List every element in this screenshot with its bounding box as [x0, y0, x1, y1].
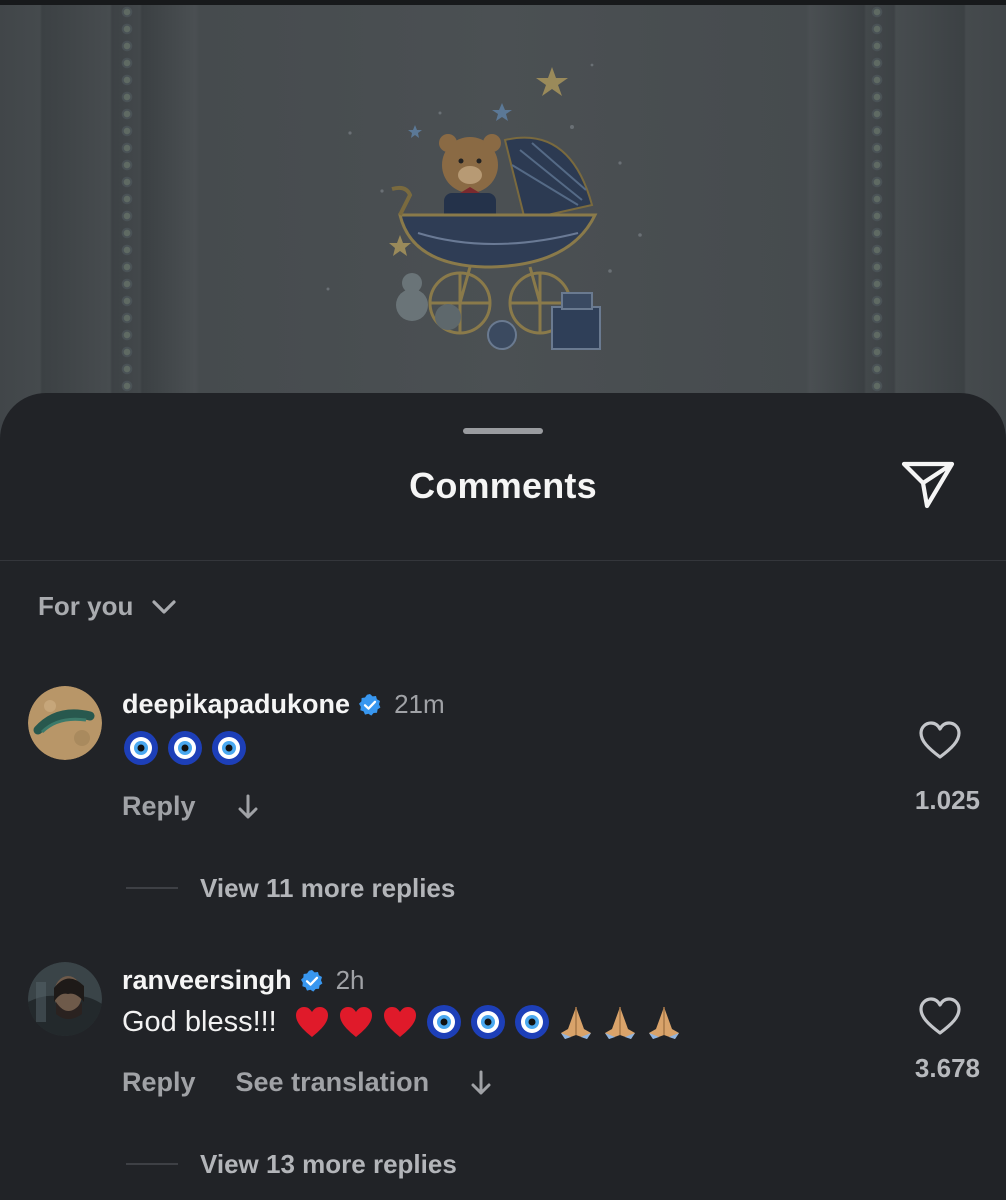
comment-timestamp: 21m — [394, 689, 445, 719]
filter-label: For you — [38, 591, 134, 621]
arrow-down-icon[interactable] — [469, 1069, 493, 1097]
sort-filter-dropdown[interactable]: For you — [38, 591, 177, 622]
nazar-amulet-emoji-icon — [470, 1005, 505, 1039]
comment-username[interactable]: ranveersingh — [122, 965, 292, 996]
avatar[interactable] — [28, 686, 102, 760]
nazar-amulet-emoji-icon — [124, 731, 158, 765]
red-heart-emoji-icon — [383, 1007, 416, 1037]
sheet-drag-handle[interactable] — [463, 428, 543, 434]
right-scallop-border — [870, 5, 884, 395]
heart-like-icon[interactable] — [918, 721, 962, 761]
left-scallop-border — [120, 5, 134, 395]
red-heart-emoji-icon — [339, 1007, 372, 1037]
header-divider — [0, 560, 1006, 561]
view-more-replies-button[interactable]: View 13 more replies — [200, 1149, 457, 1180]
sheet-title: Comments — [409, 465, 597, 506]
comment-text: God bless!!! — [122, 1003, 683, 1041]
verified-badge-icon — [300, 969, 322, 992]
reply-button[interactable]: Reply — [122, 1067, 196, 1098]
see-translation-button[interactable]: See translation — [236, 1067, 430, 1098]
comment-username[interactable]: deepikapadukone — [122, 689, 350, 720]
folded-hands-emoji-icon — [604, 1007, 635, 1039]
replies-divider — [126, 1163, 178, 1165]
heart-like-icon[interactable] — [918, 997, 962, 1037]
nazar-amulet-emoji-icon — [426, 1005, 461, 1039]
chevron-down-icon — [152, 599, 176, 614]
nazar-amulet-emoji-icon — [168, 731, 202, 765]
folded-hands-emoji-icon — [648, 1007, 679, 1039]
status-strip — [0, 0, 1006, 5]
folded-hands-emoji-icon — [560, 1007, 591, 1039]
nazar-amulet-emoji-icon — [212, 731, 246, 765]
baby-pram-teddy-bear-illustration — [326, 63, 642, 350]
red-heart-emoji-icon — [295, 1007, 328, 1037]
comments-sheet: Comments For you deepikapadukone 21m Rep… — [0, 393, 1006, 1200]
comment-text — [122, 729, 248, 767]
send-paper-plane-icon[interactable] — [900, 459, 956, 511]
arrow-down-icon[interactable] — [236, 793, 260, 821]
replies-divider — [126, 887, 178, 889]
post-background-image — [0, 0, 1006, 420]
like-count: 1.025 — [914, 785, 980, 815]
view-more-replies-button[interactable]: View 11 more replies — [200, 873, 455, 904]
verified-badge-icon — [359, 693, 381, 716]
reply-button[interactable]: Reply — [122, 791, 196, 822]
nazar-amulet-emoji-icon — [514, 1005, 549, 1039]
like-count: 3.678 — [914, 1053, 980, 1083]
comment-timestamp: 2h — [335, 965, 365, 995]
comment-text-content: God bless!!! — [122, 1005, 277, 1038]
avatar[interactable] — [28, 962, 102, 1036]
